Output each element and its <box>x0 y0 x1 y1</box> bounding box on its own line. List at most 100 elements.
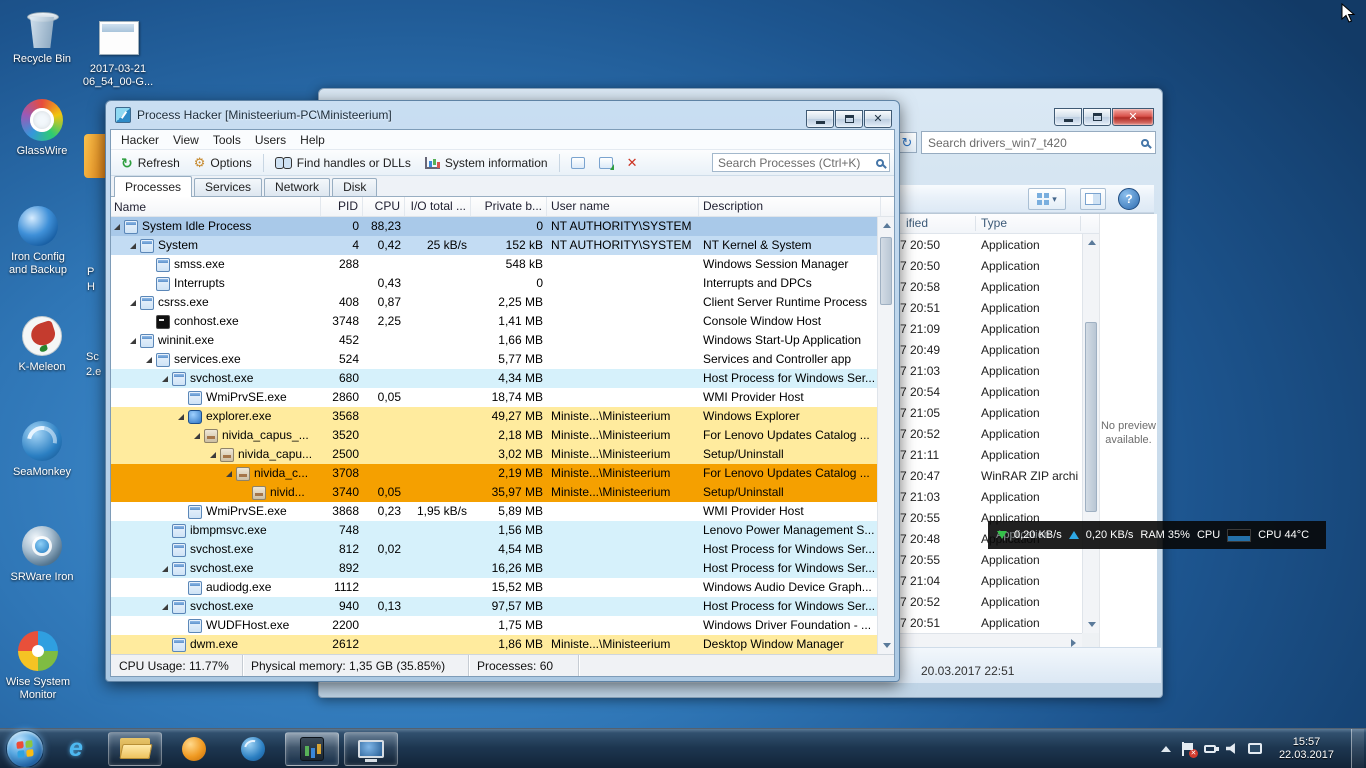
address-refresh-button[interactable]: ↻ <box>897 132 917 153</box>
process-hacker-window[interactable]: Process Hacker [Ministeerium-PC\Ministee… <box>105 100 900 682</box>
column-header-name[interactable]: Name <box>111 197 321 216</box>
speaker-icon[interactable] <box>1226 743 1238 755</box>
expand-arrow-icon[interactable] <box>130 300 136 306</box>
desktop-icon-snapshot[interactable]: 2017-03-21 06_54_00-G... <box>82 16 154 89</box>
process-row[interactable]: audiodg.exe111215,52 MBWindows Audio Dev… <box>111 578 877 597</box>
tab-network[interactable]: Network <box>264 178 330 196</box>
refresh-button[interactable]: ↻ Refresh <box>115 153 186 173</box>
preview-pane-button[interactable] <box>1080 188 1106 210</box>
expand-arrow-icon[interactable] <box>162 376 168 382</box>
process-row[interactable]: System Idle Process088,230NT AUTHORITY\S… <box>111 217 877 236</box>
column-header-cpu[interactable]: CPU <box>363 197 405 216</box>
tab-processes[interactable]: Processes <box>114 176 192 197</box>
menu-item-tools[interactable]: Tools <box>206 131 248 149</box>
desktop[interactable]: Recycle Bin2017-03-21 06_54_00-G...Glass… <box>0 0 1366 768</box>
show-hidden-icons-chevron[interactable] <box>1161 746 1171 752</box>
expand-arrow-icon[interactable] <box>146 357 152 363</box>
process-row[interactable]: smss.exe288548 kBWindows Session Manager <box>111 255 877 274</box>
column-header-date-modified[interactable]: ified <box>906 216 928 230</box>
explorer-search-box[interactable]: Search drivers_win7_t420 <box>921 131 1156 154</box>
process-row[interactable]: conhost.exe37482,251,41 MBConsole Window… <box>111 312 877 331</box>
action-center-flag-icon[interactable]: ✕ <box>1181 742 1194 756</box>
scrollbar-thumb[interactable] <box>1085 322 1097 512</box>
minimize-button[interactable] <box>806 110 834 128</box>
process-row[interactable]: Interrupts0,430Interrupts and DPCs <box>111 274 877 293</box>
system-information-button[interactable]: System information <box>419 153 554 173</box>
taskbar-clock[interactable]: 15:57 22.03.2017 <box>1272 736 1341 762</box>
taskbar-internet-explorer-button[interactable] <box>49 732 103 766</box>
taskbar-window-button[interactable] <box>344 732 398 766</box>
taskbar-process-hacker-button[interactable] <box>285 732 339 766</box>
desktop-icon-glasswire[interactable]: GlassWire <box>6 98 78 158</box>
maximize-button[interactable] <box>835 110 863 128</box>
desktop-icon-iron[interactable]: Iron Config and Backup <box>2 204 74 277</box>
power-icon[interactable] <box>1204 745 1216 753</box>
process-row[interactable]: ibmpmsvc.exe7481,56 MBLenovo Power Manag… <box>111 521 877 540</box>
process-row[interactable]: nivida_capus_...35202,18 MBMiniste...\Mi… <box>111 426 877 445</box>
column-header-priv[interactable]: Private b... <box>471 197 547 216</box>
menu-item-users[interactable]: Users <box>248 131 293 149</box>
expand-arrow-icon[interactable] <box>162 566 168 572</box>
expand-arrow-icon[interactable] <box>162 604 168 610</box>
menu-item-hacker[interactable]: Hacker <box>114 131 166 149</box>
taskbar-media-button[interactable] <box>167 732 221 766</box>
desktop-icon-recycle[interactable]: Recycle Bin <box>6 6 78 66</box>
expand-arrow-icon[interactable] <box>178 414 184 420</box>
column-header-user[interactable]: User name <box>547 197 699 216</box>
explorer-vertical-scrollbar[interactable] <box>1082 234 1099 633</box>
network-icon[interactable] <box>1248 743 1262 754</box>
process-row[interactable]: WUDFHost.exe22001,75 MBWindows Driver Fo… <box>111 616 877 635</box>
help-button[interactable]: ? <box>1118 188 1140 210</box>
process-row[interactable]: wininit.exe4521,66 MBWindows Start-Up Ap… <box>111 331 877 350</box>
close-button[interactable]: ✕ <box>864 110 892 128</box>
minimize-button[interactable] <box>1054 108 1082 126</box>
scrollbar-thumb[interactable] <box>880 237 892 305</box>
maximize-button[interactable] <box>1083 108 1111 126</box>
desktop-icon-seamonkey[interactable]: SeaMonkey <box>6 419 78 479</box>
column-header-desc[interactable]: Description <box>699 197 881 216</box>
taskbar-explorer-button[interactable] <box>108 732 162 766</box>
column-header-pid[interactable]: PID <box>321 197 363 216</box>
title-bar[interactable]: Process Hacker [Ministeerium-PC\Ministee… <box>106 101 899 129</box>
desktop-icon-srware[interactable]: SRWare Iron <box>6 524 78 584</box>
views-button[interactable]: ▾ <box>1028 188 1066 210</box>
process-row[interactable]: services.exe5245,77 MBServices and Contr… <box>111 350 877 369</box>
search-processes-box[interactable]: Search Processes (Ctrl+K) <box>712 153 890 172</box>
desktop-icon-kmeleon[interactable]: K-Meleon <box>6 314 78 374</box>
find-handles-button[interactable]: Find handles or DLLs <box>269 153 417 173</box>
terminate-process-button[interactable]: ✕ <box>621 153 644 172</box>
process-row[interactable]: svchost.exe8120,024,54 MBHost Process fo… <box>111 540 877 559</box>
start-button[interactable] <box>6 730 44 768</box>
process-row[interactable]: csrss.exe4080,872,25 MBClient Server Run… <box>111 293 877 312</box>
expand-arrow-icon[interactable] <box>210 452 216 458</box>
process-row[interactable]: nivid...37400,0535,97 MBMiniste...\Minis… <box>111 483 877 502</box>
process-row[interactable]: dwm.exe26121,86 MBMiniste...\Ministeeriu… <box>111 635 877 654</box>
desktop-icon-wise[interactable]: Wise System Monitor <box>2 629 74 702</box>
column-header-io[interactable]: I/O total ... <box>405 197 471 216</box>
process-row[interactable]: System40,4225 kB/s152 kBNT AUTHORITY\SYS… <box>111 236 877 255</box>
column-header-type[interactable]: Type <box>981 216 1007 230</box>
tab-services[interactable]: Services <box>194 178 262 196</box>
expand-arrow-icon[interactable] <box>226 471 232 477</box>
tab-disk[interactable]: Disk <box>332 178 377 196</box>
process-row[interactable]: WmiPrvSE.exe38680,231,95 kB/s5,89 MBWMI … <box>111 502 877 521</box>
taskbar-seamonkey-button[interactable] <box>226 732 280 766</box>
expand-arrow-icon[interactable] <box>130 338 136 344</box>
process-row[interactable]: svchost.exe6804,34 MBHost Process for Wi… <box>111 369 877 388</box>
process-row[interactable]: svchost.exe9400,1397,57 MBHost Process f… <box>111 597 877 616</box>
options-button[interactable]: ⚙ Options <box>188 153 258 173</box>
close-button[interactable]: ✕ <box>1112 108 1154 126</box>
process-row[interactable]: nivida_capu...25003,02 MBMiniste...\Mini… <box>111 445 877 464</box>
process-row[interactable]: svchost.exe89216,26 MBHost Process for W… <box>111 559 877 578</box>
menu-item-view[interactable]: View <box>166 131 206 149</box>
process-list-scrollbar[interactable] <box>877 217 894 654</box>
process-row[interactable]: nivida_c...37082,19 MBMiniste...\Ministe… <box>111 464 877 483</box>
expand-arrow-icon[interactable] <box>114 224 120 230</box>
expand-arrow-icon[interactable] <box>130 243 136 249</box>
expand-arrow-icon[interactable] <box>194 433 200 439</box>
process-row[interactable]: explorer.exe356849,27 MBMiniste...\Minis… <box>111 407 877 426</box>
process-row[interactable]: WmiPrvSE.exe28600,0518,74 MBWMI Provider… <box>111 388 877 407</box>
menu-item-help[interactable]: Help <box>293 131 332 149</box>
new-window-button[interactable] <box>593 154 619 172</box>
show-desktop-button[interactable] <box>1351 729 1364 768</box>
